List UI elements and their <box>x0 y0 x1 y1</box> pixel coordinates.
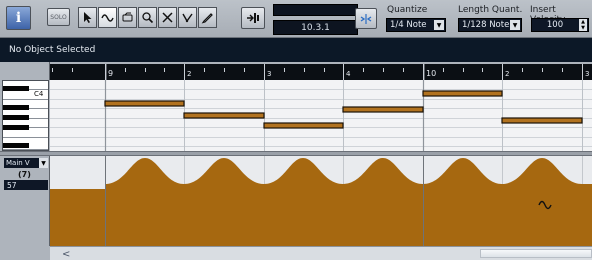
midi-note <box>422 90 503 97</box>
piano-keyboard[interactable]: C4 <box>2 80 49 151</box>
controller-value-text: 57 <box>7 180 17 190</box>
beat-label: 2 <box>505 70 510 78</box>
controller-curve-canvas <box>50 156 592 246</box>
bar-label: 9 <box>108 69 114 78</box>
key-label-c4: C4 <box>34 90 44 98</box>
piano-black-key[interactable] <box>3 105 29 110</box>
status-bar: No Object Selected <box>0 38 592 62</box>
quantize-select[interactable]: 1/4 Note ▼ <box>386 18 446 32</box>
scroll-thumb[interactable] <box>480 249 592 258</box>
position-value: 10.3.1 <box>301 22 330 33</box>
quantize-label: Quantize <box>387 5 428 15</box>
piano-black-key[interactable] <box>3 143 29 148</box>
beat-label: 2 <box>187 70 192 78</box>
object-selection-tool[interactable] <box>78 7 97 28</box>
solo-label: SOLO <box>50 13 67 21</box>
arrow-tool-icon <box>84 12 92 23</box>
status-text: No Object Selected <box>9 45 96 55</box>
beat-label: 4 <box>346 70 351 78</box>
piano-black-key[interactable] <box>3 115 29 120</box>
horizontal-scrollbar[interactable]: < <box>50 246 592 260</box>
controller-name: Main V <box>6 159 30 167</box>
beat-label: 3 <box>267 70 272 78</box>
glue-tool[interactable] <box>118 7 137 28</box>
zoom-tool[interactable] <box>138 7 157 28</box>
snap-icon <box>247 13 259 23</box>
midi-note <box>183 112 265 119</box>
autoscroll-button[interactable] <box>355 8 377 29</box>
length-quant-value: 1/128 Note <box>462 20 510 30</box>
piano-black-key[interactable] <box>3 125 29 130</box>
line-tool-icon <box>101 14 114 22</box>
note-grid-canvas <box>50 80 592 151</box>
beat-label: 3 <box>585 70 590 78</box>
stepper-arrows-icon[interactable]: ▲ ▼ <box>579 19 587 31</box>
mute-tool[interactable] <box>158 7 177 28</box>
chevron-down-icon: ▼ <box>39 158 48 168</box>
draw-tool[interactable] <box>198 7 217 28</box>
ruler-ticks <box>52 64 583 80</box>
scroll-left-icon[interactable]: < <box>62 249 70 260</box>
controller-value: 57 <box>4 180 48 190</box>
info-button[interactable]: i <box>6 6 31 30</box>
position-display-top <box>273 4 358 16</box>
controller-panel: Main V ▼ (7) 57 <box>0 156 50 246</box>
zoom-tool-icon <box>142 12 154 24</box>
snap-button[interactable] <box>241 7 265 29</box>
split-tool-icon <box>182 13 193 23</box>
line-tool[interactable] <box>98 7 117 28</box>
bottom-corner <box>0 246 50 260</box>
insert-velocity-value: 100 <box>546 20 564 30</box>
piano-black-key[interactable] <box>3 86 29 91</box>
tool-group <box>78 7 218 28</box>
ruler-corner <box>0 62 50 80</box>
position-display: 10.3.1 <box>273 20 358 35</box>
midi-note <box>104 100 185 107</box>
autoscroll-icon <box>360 13 372 24</box>
length-quant-select[interactable]: 1/128 Note ▼ <box>458 18 522 32</box>
controller-number: (7) <box>18 170 31 179</box>
info-icon: i <box>15 10 22 26</box>
controller-select[interactable]: Main V ▼ <box>4 158 48 168</box>
ruler[interactable]: 9 2 3 4 10 2 3 <box>50 64 592 80</box>
draw-tool-icon <box>201 13 213 24</box>
note-grid[interactable] <box>50 80 592 151</box>
length-quant-label: Length Quant. <box>458 5 523 15</box>
quantize-value: 1/4 Note <box>390 20 427 30</box>
bar-label: 10 <box>426 69 437 78</box>
midi-note <box>263 122 344 129</box>
midi-note <box>342 106 424 113</box>
mute-tool-icon <box>162 12 173 23</box>
controller-curve <box>50 158 592 246</box>
controller-lane[interactable] <box>50 156 592 246</box>
glue-tool-icon <box>122 12 133 22</box>
midi-note <box>501 117 583 124</box>
insert-velocity-field[interactable]: 100 ▲ ▼ <box>531 18 589 32</box>
chevron-down-icon: ▼ <box>434 20 444 30</box>
chevron-down-icon: ▼ <box>510 20 520 30</box>
solo-button[interactable]: SOLO <box>47 8 70 26</box>
split-tool[interactable] <box>178 7 197 28</box>
toolbar: i SOLO 10.3.1 Quantize 1/4 Note ▼ Length… <box>0 0 592 38</box>
